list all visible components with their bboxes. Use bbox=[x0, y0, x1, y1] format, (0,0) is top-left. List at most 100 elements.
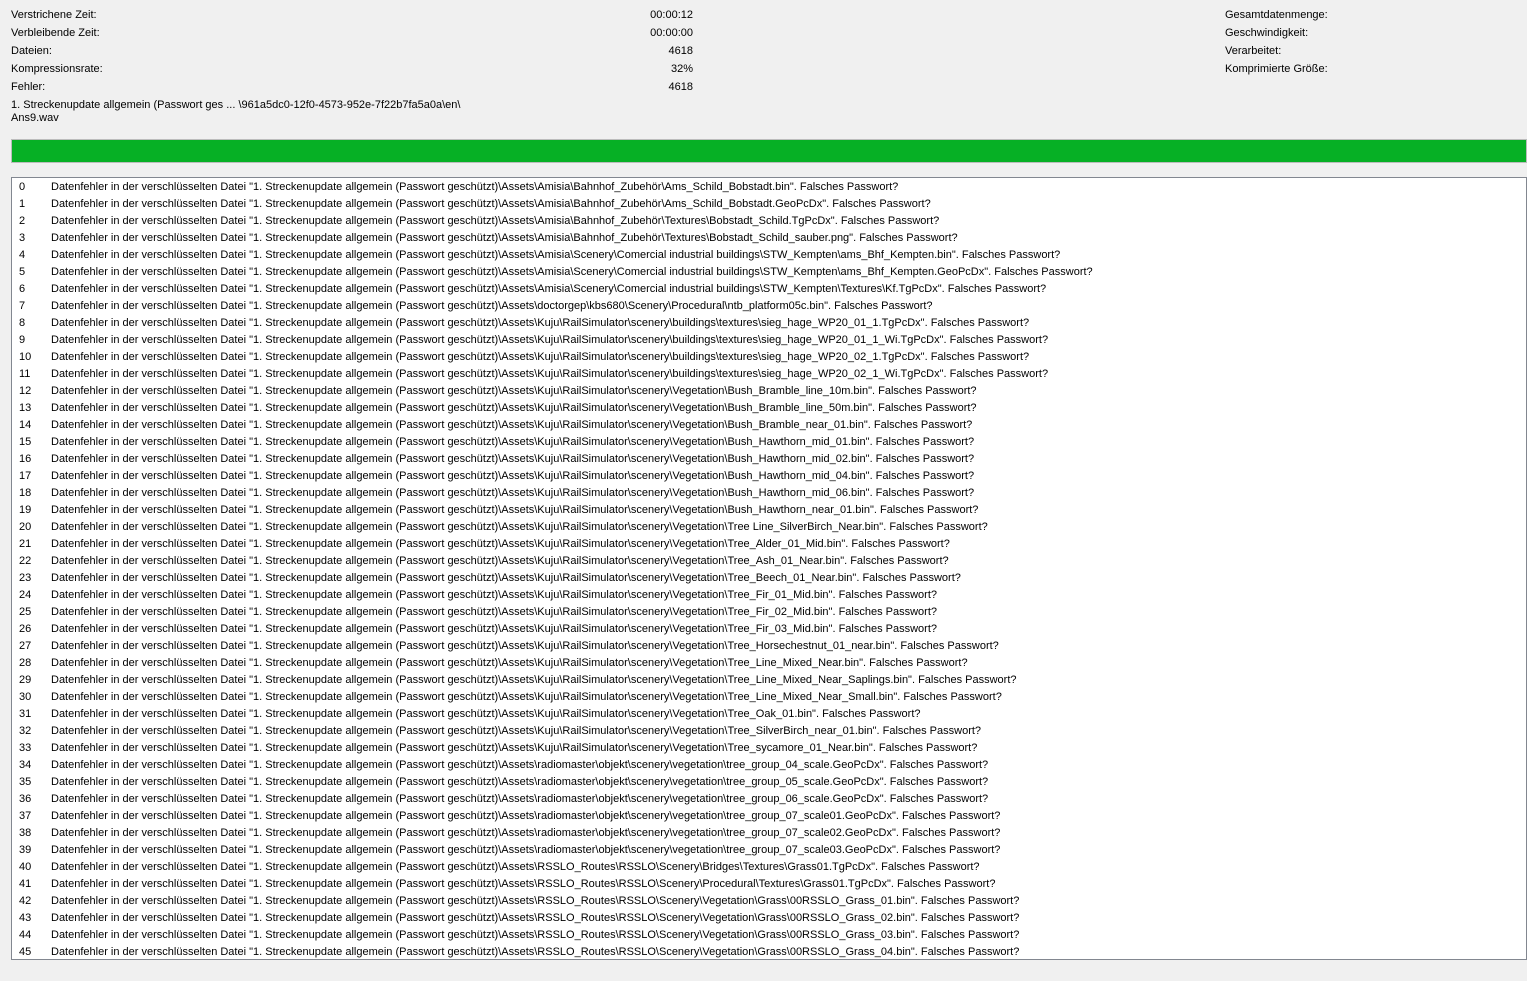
log-row[interactable]: 3 Datenfehler in der verschlüsselten Date… bbox=[12, 230, 1526, 247]
log-row-index: 9 bbox=[19, 334, 26, 346]
log-row-index: 42 bbox=[19, 895, 32, 907]
log-row[interactable]: 6 Datenfehler in der verschlüsselten Date… bbox=[12, 281, 1526, 298]
log-row[interactable]: 43 Datenfehler in der verschlüsselten Dat… bbox=[12, 910, 1526, 927]
log-row[interactable]: 28 Datenfehler in der verschlüsselten Dat… bbox=[12, 655, 1526, 672]
log-row-message: Datenfehler in der verschlüsselten Datei… bbox=[51, 572, 961, 584]
log-row[interactable]: 44 Datenfehler in der verschlüsselten Dat… bbox=[12, 927, 1526, 944]
log-row[interactable]: 5 Datenfehler in der verschlüsselten Date… bbox=[12, 264, 1526, 281]
log-row-message: Datenfehler in der verschlüsselten Datei… bbox=[51, 589, 937, 601]
log-row-index: 24 bbox=[19, 589, 32, 601]
log-row-index: 35 bbox=[19, 776, 32, 788]
log-row-message: Datenfehler in der verschlüsselten Datei… bbox=[51, 317, 1030, 329]
log-row-index: 41 bbox=[19, 878, 32, 890]
log-row-index: 38 bbox=[19, 827, 32, 839]
log-row[interactable]: 12 Datenfehler in der verschlüsselten Dat… bbox=[12, 383, 1526, 400]
log-row-index: 22 bbox=[19, 555, 32, 567]
log-row-index: 3 bbox=[19, 232, 26, 244]
log-row-index: 32 bbox=[19, 725, 32, 737]
log-row-index: 21 bbox=[19, 538, 32, 550]
log-row-message: Datenfehler in der verschlüsselten Datei… bbox=[51, 691, 1002, 703]
log-row-message: Datenfehler in der verschlüsselten Datei… bbox=[51, 878, 996, 890]
log-row[interactable]: 13 Datenfehler in der verschlüsselten Dat… bbox=[12, 400, 1526, 417]
log-row-message: Datenfehler in der verschlüsselten Datei… bbox=[51, 929, 1020, 941]
log-row[interactable]: 19 Datenfehler in der verschlüsselten Dat… bbox=[12, 502, 1526, 519]
log-row-message: Datenfehler in der verschlüsselten Datei… bbox=[51, 861, 980, 873]
log-row[interactable]: 26 Datenfehler in der verschlüsselten Dat… bbox=[12, 621, 1526, 638]
log-row-index: 11 bbox=[19, 368, 31, 380]
log-row[interactable]: 2 Datenfehler in der verschlüsselten Date… bbox=[12, 213, 1526, 230]
error-log-list[interactable]: 0 Datenfehler in der verschlüsselten Date… bbox=[11, 177, 1527, 960]
elapsed-label: Verstrichene Zeit: bbox=[11, 9, 97, 21]
log-row[interactable]: 33 Datenfehler in der verschlüsselten Dat… bbox=[12, 740, 1526, 757]
log-row[interactable]: 38 Datenfehler in der verschlüsselten Dat… bbox=[12, 825, 1526, 842]
log-row[interactable]: 4 Datenfehler in der verschlüsselten Date… bbox=[12, 247, 1526, 264]
log-row-message: Datenfehler in der verschlüsselten Datei… bbox=[51, 521, 988, 533]
log-row-message: Datenfehler in der verschlüsselten Datei… bbox=[51, 708, 921, 720]
log-row[interactable]: 22 Datenfehler in der verschlüsselten Dat… bbox=[12, 553, 1526, 570]
log-row[interactable]: 25 Datenfehler in der verschlüsselten Dat… bbox=[12, 604, 1526, 621]
log-row[interactable]: 10 Datenfehler in der verschlüsselten Dat… bbox=[12, 349, 1526, 366]
progress-fill bbox=[12, 140, 1526, 162]
log-row[interactable]: 9 Datenfehler in der verschlüsselten Date… bbox=[12, 332, 1526, 349]
log-row[interactable]: 34 Datenfehler in der verschlüsselten Dat… bbox=[12, 757, 1526, 774]
elapsed-value: 00:00:12 bbox=[650, 9, 693, 21]
log-row[interactable]: 8 Datenfehler in der verschlüsselten Date… bbox=[12, 315, 1526, 332]
log-row-index: 45 bbox=[19, 946, 32, 958]
ratio-value: 32% bbox=[670, 63, 693, 75]
log-row-message: Datenfehler in der verschlüsselten Datei… bbox=[51, 385, 977, 397]
log-row[interactable]: 31 Datenfehler in der verschlüsselten Dat… bbox=[12, 706, 1526, 723]
log-row[interactable]: 1 Datenfehler in der verschlüsselten Date… bbox=[12, 196, 1526, 213]
log-row[interactable]: 11 Datenfehler in der verschlüsselten Dat… bbox=[12, 366, 1526, 383]
log-row-index: 33 bbox=[19, 742, 32, 754]
log-row-message: Datenfehler in der verschlüsselten Datei… bbox=[51, 657, 968, 669]
log-row-message: Datenfehler in der verschlüsselten Datei… bbox=[51, 283, 1047, 295]
log-row[interactable]: 7 Datenfehler in der verschlüsselten Date… bbox=[12, 298, 1526, 315]
log-row[interactable]: 29 Datenfehler in der verschlüsselten Dat… bbox=[12, 672, 1526, 689]
log-row-index: 2 bbox=[19, 215, 26, 227]
log-row[interactable]: 17 Datenfehler in der verschlüsselten Dat… bbox=[12, 468, 1526, 485]
log-row-message: Datenfehler in der verschlüsselten Datei… bbox=[51, 827, 1001, 839]
log-row[interactable]: 15 Datenfehler in der verschlüsselten Dat… bbox=[12, 434, 1526, 451]
log-row-message: Datenfehler in der verschlüsselten Datei… bbox=[51, 368, 1049, 380]
current-file-line2: Ans9.wav bbox=[11, 112, 59, 124]
log-row-message: Datenfehler in der verschlüsselten Datei… bbox=[51, 810, 1001, 822]
processed-label: Verarbeitet: bbox=[1225, 45, 1282, 57]
log-row[interactable]: 30 Datenfehler in der verschlüsselten Dat… bbox=[12, 689, 1526, 706]
log-row-message: Datenfehler in der verschlüsselten Datei… bbox=[51, 623, 937, 635]
speed-label: Geschwindigkeit: bbox=[1225, 27, 1309, 39]
log-row-index: 16 bbox=[19, 453, 32, 465]
log-row[interactable]: 16 Datenfehler in der verschlüsselten Dat… bbox=[12, 451, 1526, 468]
log-row-index: 31 bbox=[19, 708, 32, 720]
log-row[interactable]: 20 Datenfehler in der verschlüsselten Dat… bbox=[12, 519, 1526, 536]
log-row[interactable]: 24 Datenfehler in der verschlüsselten Dat… bbox=[12, 587, 1526, 604]
log-row-index: 39 bbox=[19, 844, 32, 856]
log-row-index: 1 bbox=[19, 198, 26, 210]
log-row[interactable]: 32 Datenfehler in der verschlüsselten Dat… bbox=[12, 723, 1526, 740]
log-row[interactable]: 21 Datenfehler in der verschlüsselten Dat… bbox=[12, 536, 1526, 553]
log-row[interactable]: 14 Datenfehler in der verschlüsselten Dat… bbox=[12, 417, 1526, 434]
log-row[interactable]: 0 Datenfehler in der verschlüsselten Date… bbox=[12, 179, 1526, 196]
log-row-message: Datenfehler in der verschlüsselten Datei… bbox=[51, 776, 989, 788]
log-row-message: Datenfehler in der verschlüsselten Datei… bbox=[51, 215, 940, 227]
log-row[interactable]: 39 Datenfehler in der verschlüsselten Dat… bbox=[12, 842, 1526, 859]
log-row[interactable]: 27 Datenfehler in der verschlüsselten Dat… bbox=[12, 638, 1526, 655]
log-row[interactable]: 40 Datenfehler in der verschlüsselten Dat… bbox=[12, 859, 1526, 876]
log-row-message: Datenfehler in der verschlüsselten Datei… bbox=[51, 266, 1093, 278]
log-row-index: 28 bbox=[19, 657, 32, 669]
log-row[interactable]: 42 Datenfehler in der verschlüsselten Dat… bbox=[12, 893, 1526, 910]
log-row[interactable]: 36 Datenfehler in der verschlüsselten Dat… bbox=[12, 791, 1526, 808]
log-row-message: Datenfehler in der verschlüsselten Datei… bbox=[51, 249, 1061, 261]
log-row-message: Datenfehler in der verschlüsselten Datei… bbox=[51, 759, 989, 771]
log-row-index: 27 bbox=[19, 640, 32, 652]
log-row[interactable]: 45 Datenfehler in der verschlüsselten Dat… bbox=[12, 944, 1526, 959]
log-row[interactable]: 37 Datenfehler in der verschlüsselten Dat… bbox=[12, 808, 1526, 825]
log-row-message: Datenfehler in der verschlüsselten Datei… bbox=[51, 334, 1049, 346]
log-row-message: Datenfehler in der verschlüsselten Datei… bbox=[51, 470, 975, 482]
log-row[interactable]: 18 Datenfehler in der verschlüsselten Dat… bbox=[12, 485, 1526, 502]
log-row[interactable]: 41 Datenfehler in der verschlüsselten Dat… bbox=[12, 876, 1526, 893]
log-row-index: 29 bbox=[19, 674, 32, 686]
log-row[interactable]: 35 Datenfehler in der verschlüsselten Dat… bbox=[12, 774, 1526, 791]
log-row[interactable]: 23 Datenfehler in der verschlüsselten Dat… bbox=[12, 570, 1526, 587]
log-row-message: Datenfehler in der verschlüsselten Datei… bbox=[51, 487, 975, 499]
log-row-index: 26 bbox=[19, 623, 32, 635]
